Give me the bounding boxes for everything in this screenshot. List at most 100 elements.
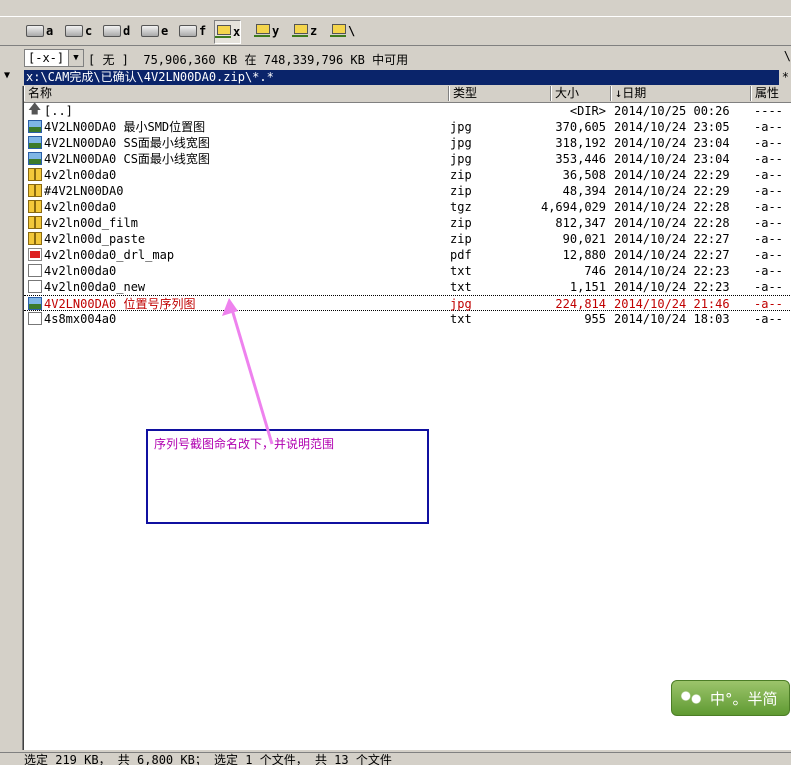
drive-select-value: [-x-] bbox=[28, 51, 65, 65]
column-header-date[interactable]: ↓日期 bbox=[611, 86, 751, 101]
file-date: 2014/10/24 22:29 bbox=[614, 168, 730, 182]
file-row[interactable]: 4v2ln00d_paste zip 90,021 2014/10/24 22:27 -… bbox=[24, 231, 791, 247]
file-row[interactable]: 4v2ln00da0_new txt 1,151 2014/10/24 22:23 -a… bbox=[24, 279, 791, 295]
file-name: 4v2ln00da0_new bbox=[44, 280, 146, 294]
column-header-size[interactable]: 大小 bbox=[551, 86, 611, 101]
file-name: 4V2LN00DA0 位置号序列图 bbox=[44, 297, 196, 311]
drive-label: x bbox=[233, 25, 241, 39]
file-row-selected[interactable]: 4V2LN00DA0 位置号序列图 jpg 224,814 2014/10/24 21… bbox=[24, 295, 791, 311]
drive-e-button[interactable]: e bbox=[141, 20, 168, 42]
file-row[interactable]: 4V2LN00DA0 最小SMD位置图 jpg 370,605 2014/10/24 … bbox=[24, 119, 791, 135]
drive-a-button[interactable]: a bbox=[26, 20, 53, 42]
file-row[interactable]: 4v2ln00da0_drl_map pdf 12,880 2014/10/24 22… bbox=[24, 247, 791, 263]
file-row[interactable]: 4V2LN00DA0 CS面最小线宽图 jpg 353,446 2014/10/24 … bbox=[24, 151, 791, 167]
file-type: zip bbox=[450, 184, 472, 198]
file-type: txt bbox=[450, 264, 472, 278]
file-row[interactable]: 4V2LN00DA0 SS面最小线宽图 jpg 318,192 2014/10/24 … bbox=[24, 135, 791, 151]
file-size: 746 bbox=[584, 264, 606, 278]
file-type: jpg bbox=[450, 152, 472, 166]
drive-x-button[interactable]: x bbox=[214, 20, 242, 44]
file-name: 4V2LN00DA0 CS面最小线宽图 bbox=[44, 152, 210, 166]
drive-z-button[interactable]: z bbox=[292, 20, 317, 42]
file-row[interactable]: 4v2ln00d_film zip 812,347 2014/10/24 22:28 -… bbox=[24, 215, 791, 231]
network-drive-icon bbox=[215, 25, 231, 39]
file-list-panel: 名称 类型 大小 ↓日期 属性 [..] <DIR> 2014/10/25 00:2… bbox=[23, 86, 791, 750]
floppy-drive-icon bbox=[26, 25, 44, 37]
pdf-file-icon bbox=[28, 248, 42, 261]
drive-select[interactable]: [-x-] ▼ bbox=[24, 49, 84, 67]
file-row[interactable]: #4V2LN00DA0 zip 48,394 2014/10/24 22:29 -a-- bbox=[24, 183, 791, 199]
disk-drive-icon bbox=[141, 25, 159, 37]
file-type: tgz bbox=[450, 200, 472, 214]
path-bar: x:\CAM完成\已确认\4V2LN00DA0.zip\*.* bbox=[24, 70, 779, 85]
file-date: 2014/10/24 23:04 bbox=[614, 136, 730, 150]
file-size: 370,605 bbox=[555, 120, 606, 134]
left-panel-edge bbox=[0, 86, 23, 750]
file-date: 2014/10/24 23:04 bbox=[614, 152, 730, 166]
file-type: pdf bbox=[450, 248, 472, 262]
disk-drive-icon bbox=[103, 25, 121, 37]
path-history-button[interactable]: * bbox=[782, 70, 789, 84]
network-drive-icon bbox=[330, 24, 346, 38]
file-attr: -a-- bbox=[754, 232, 783, 246]
image-file-icon bbox=[28, 136, 42, 149]
file-type: txt bbox=[450, 280, 472, 294]
file-row[interactable]: 4v2ln00da0 txt 746 2014/10/24 22:23 -a-- bbox=[24, 263, 791, 279]
ime-label: 中°。半简 bbox=[710, 689, 778, 708]
file-type: jpg bbox=[450, 297, 472, 311]
ime-status-badge[interactable]: 中°。半简 bbox=[671, 680, 790, 716]
archive-file-icon bbox=[28, 232, 42, 245]
file-name: 4V2LN00DA0 最小SMD位置图 bbox=[44, 120, 206, 134]
file-size: 4,694,029 bbox=[540, 200, 606, 214]
archive-file-icon bbox=[28, 216, 42, 229]
file-attr: -a-- bbox=[754, 312, 783, 326]
file-row[interactable]: 4v2ln00da0 tgz 4,694,029 2014/10/24 22:28 -a… bbox=[24, 199, 791, 215]
file-size: 90,021 bbox=[562, 232, 606, 246]
file-size: 812,347 bbox=[555, 216, 606, 230]
file-size: 36,508 bbox=[562, 168, 606, 182]
drive-label: a bbox=[46, 24, 54, 38]
column-headers: 名称 类型 大小 ↓日期 属性 bbox=[24, 86, 791, 103]
file-attr: -a-- bbox=[754, 248, 783, 262]
column-header-attr[interactable]: 属性 bbox=[751, 86, 791, 101]
archive-file-icon bbox=[28, 168, 42, 181]
file-size: <DIR> bbox=[569, 104, 606, 118]
column-header-type[interactable]: 类型 bbox=[449, 86, 551, 101]
drive-d-button[interactable]: d bbox=[103, 20, 130, 42]
root-separator: \ bbox=[783, 49, 791, 63]
file-type: jpg bbox=[450, 120, 472, 134]
drive-c-button[interactable]: c bbox=[65, 20, 92, 42]
file-name: 4s8mx004a0 bbox=[44, 312, 117, 326]
image-file-icon bbox=[28, 120, 42, 133]
file-date: 2014/10/24 22:29 bbox=[614, 184, 730, 198]
drive-f-button[interactable]: f bbox=[179, 20, 206, 42]
file-type: zip bbox=[450, 232, 472, 246]
file-size: 224,814 bbox=[555, 297, 606, 311]
chevron-down-icon[interactable]: ▼ bbox=[68, 50, 83, 66]
file-row[interactable]: 4s8mx004a0 txt 955 2014/10/24 18:03 -a-- bbox=[24, 311, 791, 327]
drive-label: y bbox=[272, 24, 280, 38]
drive-label: \ bbox=[348, 24, 356, 38]
drive-root-button[interactable]: \ bbox=[330, 20, 355, 42]
file-size: 955 bbox=[584, 312, 606, 326]
network-drive-icon bbox=[254, 24, 270, 38]
file-row[interactable]: [..] <DIR> 2014/10/25 00:26 ---- bbox=[24, 102, 791, 119]
drive-label: f bbox=[199, 24, 207, 38]
status-bar: 选定 219 KB， 共 6,800 KB； 选定 1 个文件， 共 13 个文… bbox=[0, 752, 791, 765]
info-bar: [-x-] ▼ [ 无 ] 75,906,360 KB 在 748,339,79… bbox=[0, 47, 791, 69]
drive-y-button[interactable]: y bbox=[254, 20, 279, 42]
image-file-icon bbox=[28, 297, 42, 310]
file-attr: -a-- bbox=[754, 120, 783, 134]
file-size: 353,446 bbox=[555, 152, 606, 166]
file-date: 2014/10/24 18:03 bbox=[614, 312, 730, 326]
file-name: 4v2ln00da0 bbox=[44, 168, 117, 182]
disk-drive-icon bbox=[65, 25, 83, 37]
file-attr: -a-- bbox=[754, 200, 783, 214]
file-type: txt bbox=[450, 312, 472, 326]
file-date: 2014/10/24 22:27 bbox=[614, 248, 730, 262]
archive-file-icon bbox=[28, 200, 42, 213]
drive-toolbar: a c d e f x y z \ bbox=[0, 17, 791, 46]
column-header-name[interactable]: 名称 bbox=[24, 86, 449, 101]
file-row[interactable]: 4v2ln00da0 zip 36,508 2014/10/24 22:29 -a-- bbox=[24, 167, 791, 183]
left-panel-arrow-icon[interactable]: ▼ bbox=[4, 70, 10, 81]
